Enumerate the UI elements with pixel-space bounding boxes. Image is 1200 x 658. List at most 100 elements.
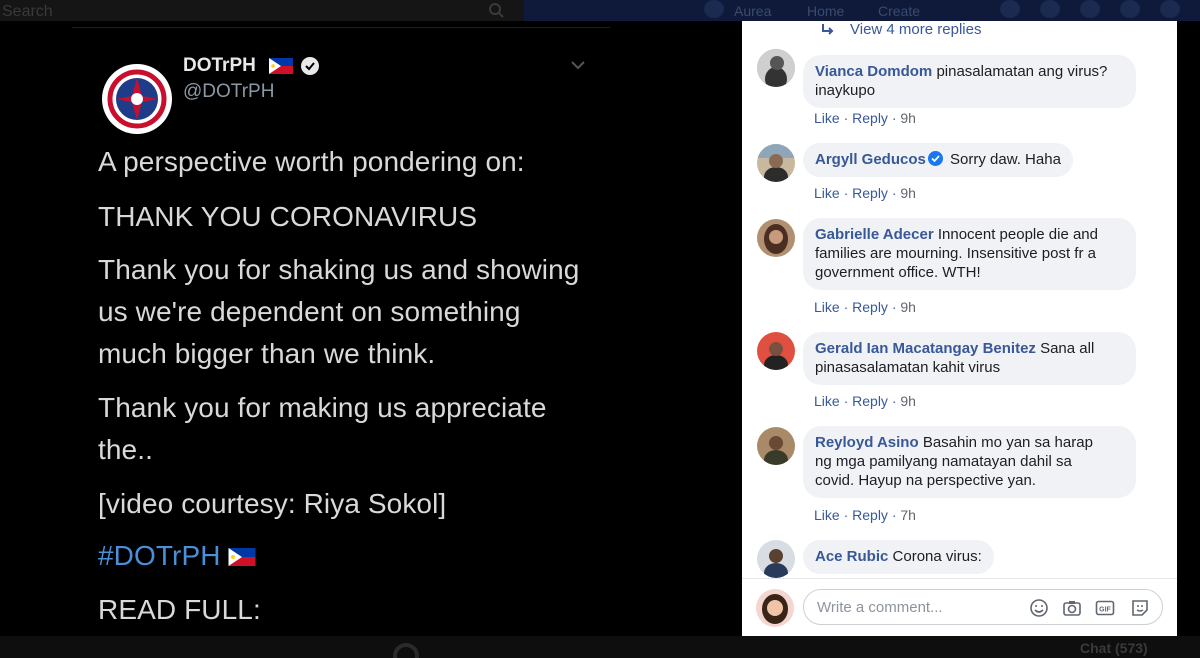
avatar[interactable]: [757, 540, 795, 578]
search-icon[interactable]: [486, 2, 508, 19]
comment-text: covid. Hayup na perspective yan.: [815, 472, 1036, 489]
comment-text: families are mourning. Insensitive post …: [815, 245, 1096, 262]
divider: [72, 27, 610, 28]
comment-author[interactable]: Argyll Geducos: [815, 151, 926, 168]
comment-timestamp[interactable]: 9h: [900, 110, 916, 126]
comment-author[interactable]: Reyloyd Asino: [815, 434, 919, 451]
view-more-replies-link[interactable]: View 4 more replies: [850, 21, 981, 38]
comment-bubble: Reyloyd Asino Basahin mo yan sa harap ng…: [803, 426, 1136, 498]
comment-actions: Like · Reply · 9h: [814, 299, 916, 315]
chat-sidebar-toggle[interactable]: Chat (573): [1080, 640, 1148, 656]
comment-timestamp[interactable]: 9h: [900, 185, 916, 201]
embedded-tweet: DOTrPH @DOTrPH A perspective worth ponde…: [72, 21, 610, 658]
comment-text: Sana all: [1040, 340, 1095, 357]
notifications-icon[interactable]: [1080, 0, 1100, 18]
like-link[interactable]: Like: [814, 185, 840, 201]
tweet-hashtag-line: #DOTrPH: [98, 540, 256, 572]
comment-text: Basahin mo yan sa harap: [922, 434, 1093, 451]
tweet-line: us we're dependent on something: [98, 296, 521, 327]
comment-bubble: Ace Rubic Corona virus:: [803, 540, 994, 574]
comment-bubble: Argyll Geducos Sorry daw. Haha: [803, 143, 1073, 177]
verified-badge-icon: [927, 151, 943, 166]
reply-link[interactable]: Reply: [852, 507, 888, 523]
search-input[interactable]: Search: [0, 0, 524, 21]
avatar[interactable]: [757, 49, 795, 87]
reply-link[interactable]: Reply: [852, 110, 888, 126]
reply-arrow-icon: [822, 24, 834, 35]
comment-timestamp[interactable]: 9h: [900, 299, 916, 315]
tweet-line: Thank you for making us appreciate: [98, 392, 547, 423]
comment-text: Innocent people die and: [937, 226, 1098, 243]
comment-text: government office. WTH!: [815, 264, 981, 281]
ph-flag-icon: [228, 548, 256, 566]
tweet-line: THANK YOU CORONAVIRUS: [98, 201, 478, 232]
comment-text: pinasalamatan ang virus?: [936, 63, 1108, 80]
user-avatar[interactable]: [704, 0, 724, 18]
comment-text: ng mga pamilyang namatayan dahil sa: [815, 453, 1072, 470]
sticker-icon[interactable]: [1130, 598, 1150, 618]
comments-panel: View 4 more replies Vianca Domdom pinasa…: [742, 21, 1177, 636]
tweet-handle: @DOTrPH: [183, 81, 275, 102]
ph-flag-icon: [269, 58, 293, 74]
comment-bubble: Vianca Domdom pinasalamatan ang virus? i…: [803, 55, 1136, 108]
messenger-icon[interactable]: [1040, 0, 1060, 18]
hashtag-link[interactable]: #DOTrPH: [98, 540, 221, 571]
tweet-line: [video courtesy: Riya Sokol]: [98, 488, 447, 519]
friends-icon[interactable]: [1000, 0, 1020, 18]
chevron-down-icon[interactable]: [570, 59, 586, 71]
svg-text:GIF: GIF: [1099, 607, 1111, 614]
comment-actions: Like · Reply · 7h: [814, 507, 916, 523]
account-menu-icon[interactable]: [1160, 0, 1180, 18]
tweet-line: READ FULL:: [98, 594, 261, 625]
avatar[interactable]: [757, 332, 795, 370]
comment-input-placeholder: Write a comment...: [817, 599, 943, 616]
comment-timestamp[interactable]: 9h: [900, 393, 916, 409]
search-placeholder: Search: [2, 3, 53, 20]
bottom-bar: Chat (573): [0, 636, 1200, 658]
dotr-seal-icon: [104, 66, 170, 132]
comment-timestamp[interactable]: 7h: [900, 507, 916, 523]
tweet-line: A perspective worth pondering on:: [98, 146, 525, 177]
comment-text: Sorry daw. Haha: [950, 151, 1061, 168]
nav-user-link[interactable]: Aurea: [734, 3, 771, 19]
reply-link[interactable]: Reply: [852, 299, 888, 315]
gif-icon[interactable]: GIF: [1095, 598, 1115, 618]
comment-actions: Like · Reply · 9h: [814, 110, 916, 126]
nav-home-link[interactable]: Home: [807, 3, 844, 19]
settings-gear-icon[interactable]: [388, 640, 424, 658]
comment-bubble: Gerald Ian Macatangay Benitez Sana all p…: [803, 332, 1136, 385]
tweet-line: the..: [98, 434, 153, 465]
comment-bubble: Gabrielle Adecer Innocent people die and…: [803, 218, 1136, 290]
write-comment-bar: Write a comment... GIF: [742, 578, 1177, 636]
like-link[interactable]: Like: [814, 110, 840, 126]
comment-actions: Like · Reply · 9h: [814, 393, 916, 409]
like-link[interactable]: Like: [814, 299, 840, 315]
avatar[interactable]: [757, 144, 795, 182]
like-link[interactable]: Like: [814, 507, 840, 523]
comment-author[interactable]: Ace Rubic: [815, 548, 888, 565]
top-navigation-bar: Search Aurea Home Create: [0, 0, 1200, 21]
like-link[interactable]: Like: [814, 393, 840, 409]
emoji-icon[interactable]: [1029, 598, 1049, 618]
dotr-logo-avatar: [102, 64, 172, 134]
comment-author[interactable]: Gerald Ian Macatangay Benitez: [815, 340, 1036, 357]
reply-link[interactable]: Reply: [852, 185, 888, 201]
nav-create-link[interactable]: Create: [878, 3, 920, 19]
comment-text: Corona virus:: [892, 548, 982, 565]
comment-input[interactable]: Write a comment... GIF: [803, 589, 1163, 625]
tweet-line: much bigger than we think.: [98, 338, 436, 369]
my-avatar[interactable]: [756, 589, 794, 627]
tweet-line: Thank you for shaking us and showing: [98, 254, 580, 285]
tweet-author-name: DOTrPH: [183, 55, 256, 76]
comment-author[interactable]: Gabrielle Adecer: [815, 226, 934, 243]
comment-text: inaykupo: [815, 82, 876, 99]
nav-right-area: Aurea Home Create: [524, 0, 1200, 21]
verified-badge-icon: [301, 57, 319, 75]
camera-icon[interactable]: [1062, 598, 1082, 618]
avatar[interactable]: [757, 219, 795, 257]
avatar[interactable]: [757, 427, 795, 465]
reply-link[interactable]: Reply: [852, 393, 888, 409]
comment-author[interactable]: Vianca Domdom: [815, 63, 932, 80]
comment-text: pinasasalamatan kahit virus: [815, 359, 1001, 376]
help-icon[interactable]: [1120, 0, 1140, 18]
